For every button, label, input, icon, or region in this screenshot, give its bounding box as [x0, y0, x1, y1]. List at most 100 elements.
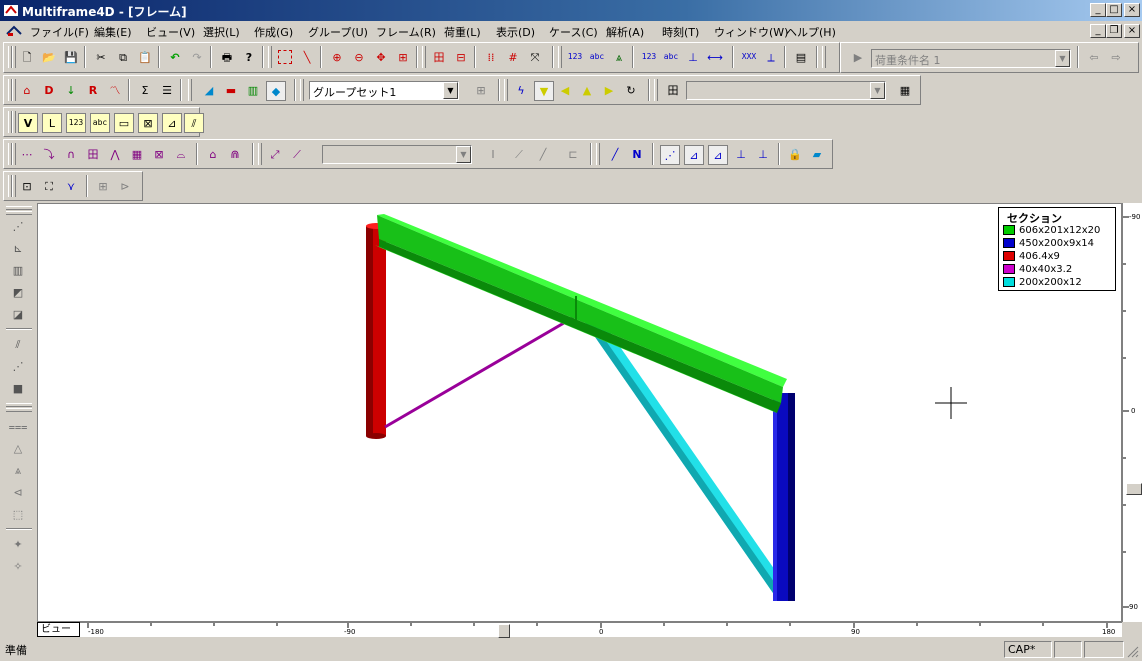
menu-time[interactable]: 時刻(T) [662, 24, 699, 40]
select-box-icon[interactable] [276, 48, 294, 66]
step-tool-icon[interactable]: ⋰ [9, 357, 27, 375]
release-icon[interactable]: ✧ [9, 557, 27, 575]
hatch-tool-icon[interactable]: ⫽ [9, 335, 27, 353]
slab-tool-icon[interactable]: ◪ [9, 305, 27, 323]
magenta-brace[interactable] [384, 311, 582, 429]
draw-tower-icon[interactable]: ⋀ [106, 145, 124, 163]
node-labels-icon[interactable]: abc [588, 48, 606, 66]
select-connected-icon[interactable]: ⋎ [62, 177, 80, 195]
frame-window-icon[interactable]: ⊟ [452, 48, 470, 66]
member-labels-icon[interactable]: abc [662, 48, 680, 66]
light-rotate-icon[interactable]: ↻ [622, 81, 640, 99]
green-beam[interactable] [375, 214, 787, 413]
app-icon[interactable] [3, 3, 19, 18]
light-right-icon[interactable]: ▶ [600, 81, 618, 99]
hinge-icon[interactable]: ✦ [9, 535, 27, 553]
doc-minimize-icon[interactable]: _ [1090, 24, 1106, 38]
fixed-support-icon[interactable]: ⩶ [9, 417, 28, 435]
help-icon[interactable]: ? [240, 48, 258, 66]
node-pin-icon[interactable]: ⊥ [754, 145, 772, 163]
frame-icon[interactable]: ⌂ [18, 81, 36, 99]
view-box-icon[interactable]: ▭ [114, 113, 134, 133]
draw-line-icon[interactable]: ⋯ [18, 145, 36, 163]
chevron-down-icon[interactable]: ▼ [443, 82, 458, 99]
document-icon[interactable] [6, 24, 22, 38]
sum-icon[interactable]: Σ [136, 81, 154, 99]
toolbar-grip[interactable] [12, 79, 16, 101]
view-v-icon[interactable]: V [18, 113, 38, 133]
toolbar-grip[interactable] [300, 79, 304, 101]
chevron-down-icon[interactable]: ▼ [870, 82, 885, 99]
zoom-out-icon[interactable]: ⊖ [350, 48, 368, 66]
save-icon[interactable]: 💾 [62, 48, 80, 66]
resize-grip-icon[interactable] [1127, 646, 1139, 658]
member-split-icon[interactable]: ⟋ [288, 145, 306, 163]
view-plot-icon[interactable]: ⊿ [162, 113, 182, 133]
render-solid-icon[interactable]: ◆ [266, 81, 286, 101]
toolbar-grip[interactable] [6, 211, 32, 215]
node-restraint-icon[interactable]: ⩓ [610, 48, 628, 66]
toolbar-grip[interactable] [6, 403, 32, 407]
roller-support-icon[interactable]: ⩓ [9, 461, 27, 479]
draw-truss-icon[interactable]: ⊠ [150, 145, 168, 163]
view-cross-icon[interactable]: ⊠ [138, 113, 158, 133]
moment-icon[interactable]: 〽 [106, 81, 124, 99]
arrow-right-icon[interactable]: ⇨ [1107, 48, 1125, 66]
view-tab[interactable]: ビュー [37, 622, 80, 637]
horizontal-ruler[interactable]: -180 -90 0 90 180 [80, 622, 1122, 638]
select-grid-icon[interactable]: ⊞ [94, 177, 112, 195]
toolbar-grip[interactable] [12, 175, 16, 197]
lock-icon[interactable]: 🔒 [786, 145, 804, 163]
undo-icon[interactable]: ↶ [166, 48, 184, 66]
vertical-scroll-thumb[interactable] [1126, 483, 1142, 495]
i-section-icon[interactable]: I [484, 145, 502, 163]
doc-close-icon[interactable]: × [1124, 24, 1140, 38]
menu-file[interactable]: ファイル(F) [30, 24, 89, 40]
toolbar-grip[interactable] [188, 79, 192, 101]
toolbar-grip[interactable] [596, 143, 600, 165]
pin-support-icon[interactable]: △ [9, 439, 27, 457]
select-next-icon[interactable]: ⊳ [116, 177, 134, 195]
horizontal-scroll-thumb[interactable] [498, 624, 510, 638]
draw-bridge-icon[interactable]: ⌓ [172, 145, 190, 163]
toolbar-grip[interactable] [12, 111, 16, 133]
play-icon[interactable]: ▶ [849, 48, 867, 66]
design-icon[interactable]: D [40, 81, 58, 99]
menu-display[interactable]: 表示(D) [496, 24, 535, 40]
menu-select[interactable]: 選択(L) [203, 24, 240, 40]
red-column[interactable] [366, 223, 386, 439]
zoom-fit-icon[interactable]: ⊞ [394, 48, 412, 66]
close-icon[interactable]: × [1124, 3, 1140, 17]
render-section-icon[interactable]: ▬ [222, 81, 240, 99]
minimize-icon[interactable]: _ [1090, 3, 1106, 17]
menu-help[interactable]: ヘルプ(H) [786, 24, 836, 40]
n-tool-icon[interactable]: N [628, 145, 646, 163]
select-line-icon[interactable]: ╲ [298, 48, 316, 66]
snap-grid-icon[interactable]: # [504, 48, 522, 66]
menu-analysis[interactable]: 解析(A) [606, 24, 644, 40]
node-add-icon[interactable]: ⋰ [660, 145, 680, 165]
chevron-down-icon[interactable]: ▼ [456, 146, 471, 163]
toolbar-grip[interactable] [822, 46, 826, 68]
toolbar-grip[interactable] [654, 79, 658, 101]
menu-case[interactable]: ケース(C) [549, 24, 598, 40]
axes-icon[interactable]: ⤧ [526, 48, 544, 66]
report-icon[interactable]: ☰ [158, 81, 176, 99]
section-select[interactable]: ▼ [322, 145, 472, 164]
frame-canvas[interactable] [37, 203, 1122, 622]
plan-grid-icon[interactable]: 田 [664, 81, 682, 99]
lighting-icon[interactable]: ϟ [512, 81, 530, 99]
toolbar-grip[interactable] [258, 143, 262, 165]
section-labels-icon[interactable]: XXX [740, 48, 758, 66]
draw-arch-icon[interactable]: ⋒ [226, 145, 244, 163]
free-node-icon[interactable]: ⬚ [9, 505, 27, 523]
grid-frame-icon[interactable]: 田 [430, 48, 448, 66]
plate-tool-icon[interactable]: ◩ [9, 283, 27, 301]
group-grid-icon[interactable]: ⊞ [472, 81, 490, 99]
line-tool-icon[interactable]: ╱ [606, 145, 624, 163]
draw-portal-icon[interactable]: ⌂ [204, 145, 222, 163]
toolbar-grip[interactable] [12, 143, 16, 165]
load-down-icon[interactable]: ↓ [62, 81, 80, 99]
menu-group[interactable]: グループ(U) [308, 24, 368, 40]
result-icon[interactable]: R [84, 81, 102, 99]
